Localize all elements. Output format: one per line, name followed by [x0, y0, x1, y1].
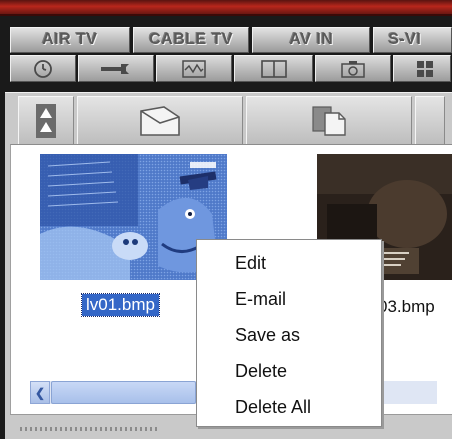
- scroll-up-button[interactable]: [18, 96, 74, 146]
- menu-item-edit[interactable]: Edit: [197, 245, 381, 281]
- tab-s-video[interactable]: S-VI: [373, 27, 452, 53]
- menu-item-delete[interactable]: Delete: [197, 353, 381, 389]
- source-tab-bar: AIR TV CABLE TV AV IN S-VI: [10, 27, 452, 53]
- copy-pages-icon: [312, 106, 346, 136]
- scroll-left-button[interactable]: ❮: [30, 381, 50, 404]
- snapshot-button[interactable]: [315, 55, 391, 82]
- tab-air-tv[interactable]: AIR TV: [10, 27, 130, 53]
- camera-icon: [341, 60, 365, 78]
- toolbar: [10, 55, 452, 82]
- schedule-button[interactable]: [10, 55, 76, 82]
- grid-button[interactable]: [393, 55, 451, 82]
- grid-icon: [417, 60, 433, 77]
- tab-cable-tv[interactable]: CABLE TV: [132, 27, 250, 53]
- clock-icon: [34, 59, 52, 78]
- top-chrome-strip: [0, 0, 452, 16]
- scrollbar-thumb[interactable]: [51, 381, 196, 404]
- email-button[interactable]: [77, 96, 243, 146]
- tab-av-in[interactable]: AV IN: [252, 27, 371, 53]
- chevron-left-icon: ❮: [34, 385, 46, 400]
- waveform-icon: [182, 59, 206, 78]
- thumbnail-caption[interactable]: lv01.bmp: [81, 293, 160, 317]
- split-view-icon: [260, 59, 287, 78]
- more-button[interactable]: [415, 96, 445, 146]
- signal-button[interactable]: [156, 55, 232, 82]
- envelope-icon: [140, 106, 180, 136]
- context-menu: Edit E-mail Save as Delete Delete All: [196, 239, 382, 427]
- up-arrows-icon: [36, 104, 56, 138]
- menu-item-email[interactable]: E-mail: [197, 281, 381, 317]
- menu-item-save-as[interactable]: Save as: [197, 317, 381, 353]
- menu-item-delete-all[interactable]: Delete All: [197, 389, 381, 425]
- layout-button[interactable]: [234, 55, 313, 82]
- resize-grip[interactable]: [20, 427, 160, 431]
- copy-button[interactable]: [246, 96, 412, 146]
- gallery-action-bar: [18, 96, 445, 146]
- wrench-icon: [101, 63, 129, 74]
- thumbnail-caption[interactable]: 03.bmp: [378, 296, 435, 318]
- settings-button[interactable]: [78, 55, 154, 82]
